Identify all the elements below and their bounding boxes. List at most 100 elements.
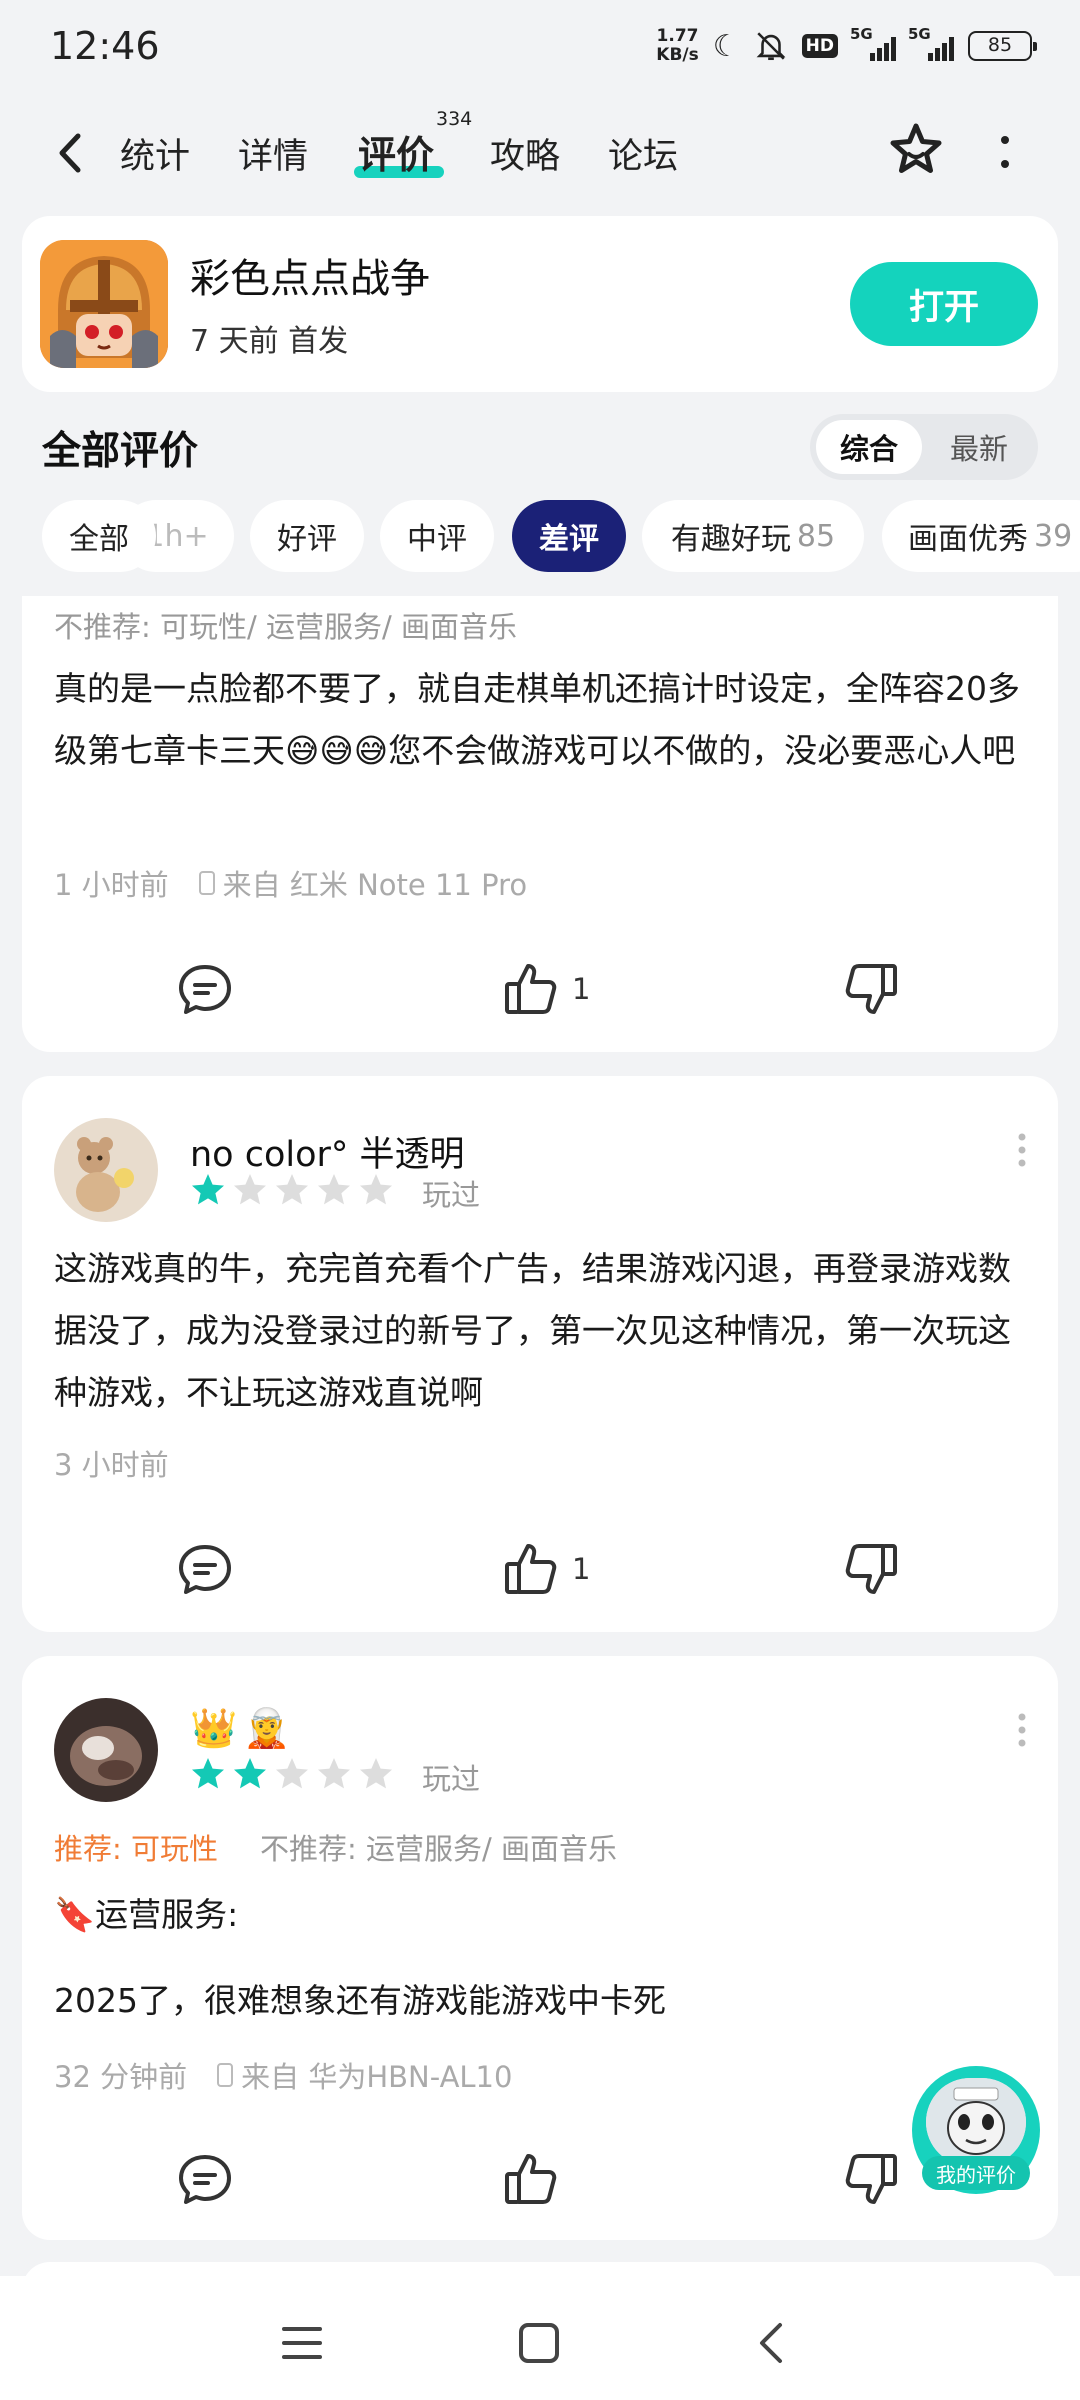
star-filled-icon bbox=[234, 1758, 266, 1789]
review-tags: 不推荐: 可玩性/ 运营服务/ 画面音乐 bbox=[54, 610, 517, 644]
reviewer-name[interactable]: no color° 半透明 bbox=[190, 1126, 465, 1177]
menu-icon[interactable] bbox=[280, 2320, 324, 2366]
filter-chips: 1h+ 全部 好评 中评 差评 有趣好玩 85 画面优秀 39 bbox=[0, 498, 1080, 574]
thumbs-up-icon bbox=[505, 964, 557, 1014]
avatar-badge-icon: 🧝 bbox=[243, 1706, 297, 1750]
comment-icon bbox=[179, 2155, 231, 2204]
played-status: 玩过 bbox=[422, 1178, 481, 1212]
back-icon[interactable] bbox=[752, 2320, 792, 2366]
open-game-button[interactable]: 打开 bbox=[850, 262, 1038, 346]
review-card: 不推荐: 可玩性/ 运营服务/ 画面音乐 真的是一点脸都不要了，就自走棋单机还搞… bbox=[22, 596, 1058, 1052]
star-filled-icon bbox=[192, 1758, 224, 1789]
star-empty-icon bbox=[276, 1758, 308, 1789]
filter-chip-negative[interactable]: 差评 bbox=[512, 500, 626, 572]
star-empty-icon bbox=[234, 1174, 266, 1205]
battery-icon: 85 bbox=[968, 31, 1037, 61]
avatar[interactable] bbox=[54, 1118, 158, 1222]
star-empty-icon bbox=[318, 1758, 350, 1789]
comment-button[interactable] bbox=[176, 2144, 234, 2214]
game-card[interactable]: 彩色点点战争 7 天前 首发 打开 bbox=[22, 216, 1058, 392]
review-more-icon[interactable] bbox=[1016, 1712, 1028, 1748]
review-actions: 1 bbox=[22, 1534, 1058, 1604]
favorite-star-icon[interactable] bbox=[884, 118, 948, 182]
reviewer-badges[interactable]: 👑🧝 bbox=[190, 1706, 297, 1751]
status-time: 12:46 bbox=[50, 24, 160, 68]
rating-stars bbox=[190, 1756, 394, 1792]
thumbs-down-icon bbox=[845, 964, 897, 1014]
negative-tags: 不推荐: 运营服务/ 画面音乐 bbox=[260, 1832, 617, 1866]
review-body: 真的是一点脸都不要了，就自走棋单机还搞计时设定，全阵容20多级第七章卡三天😅😅😅… bbox=[54, 669, 1020, 770]
like-button[interactable] bbox=[502, 2144, 560, 2214]
my-review-button[interactable]: 我的评价 bbox=[912, 2066, 1040, 2194]
review-actions bbox=[22, 2144, 1058, 2214]
like-button[interactable]: 1 bbox=[502, 1534, 590, 1604]
positive-tags: 推荐: 可玩性 bbox=[54, 1832, 218, 1866]
crown-badge-icon: 👑 bbox=[190, 1706, 244, 1750]
top-nav: 统计 详情 评价 334 攻略 论坛 bbox=[0, 108, 1080, 196]
game-title: 彩色点点战争 bbox=[190, 256, 430, 302]
review-card: 👑🧝 玩过 推荐: 可玩性 不推荐: 运营服务/ 画面音乐 🔖运营服务: 2025… bbox=[22, 1656, 1058, 2240]
sort-comprehensive[interactable]: 综合 bbox=[816, 420, 922, 474]
star-empty-icon bbox=[318, 1174, 350, 1205]
filter-chip-graphics[interactable]: 画面优秀 39 bbox=[882, 500, 1080, 572]
review-section-heading: 🔖运营服务: bbox=[54, 1895, 239, 1934]
star-filled-icon bbox=[192, 1174, 224, 1205]
phone-icon bbox=[198, 871, 215, 895]
mute-bell-icon bbox=[756, 32, 786, 61]
more-options-icon[interactable] bbox=[995, 132, 1015, 172]
review-card: no color° 半透明 玩过 这游戏真的牛，充完首充看个广告，结果游戏闪退，… bbox=[22, 1076, 1058, 1632]
dislike-button[interactable] bbox=[842, 954, 900, 1024]
moon-icon: ☾ bbox=[712, 28, 740, 64]
all-reviews-title: 全部评价 bbox=[42, 429, 199, 474]
hd-icon: HD bbox=[801, 34, 838, 58]
thumbs-up-icon bbox=[505, 1544, 557, 1594]
star-empty-icon bbox=[360, 1174, 392, 1205]
tab-stats[interactable]: 统计 bbox=[120, 128, 190, 179]
status-icons: 1.77 KB/s ☾ HD 5G 5G 85 bbox=[656, 25, 1037, 65]
signal-icon-2: 5G bbox=[908, 25, 954, 61]
thumbs-up-icon bbox=[505, 2154, 557, 2204]
comment-button[interactable] bbox=[176, 954, 234, 1024]
game-icon bbox=[40, 240, 168, 368]
network-speed: 1.77 KB/s bbox=[656, 26, 699, 65]
status-bar: 12:46 1.77 KB/s ☾ HD 5G 5G 85 bbox=[0, 0, 1080, 92]
comment-icon bbox=[179, 1545, 231, 1594]
filter-chip-all[interactable]: 全部 bbox=[42, 500, 156, 572]
review-meta: 3 小时前 bbox=[54, 1448, 169, 1482]
review-body: 这游戏真的牛，充完首充看个广告，结果游戏闪退，再登录游戏数据没了，成为没登录过的… bbox=[54, 1249, 1011, 1412]
review-more-icon[interactable] bbox=[1016, 1132, 1028, 1168]
tab-reviews[interactable]: 评价 bbox=[358, 124, 434, 179]
system-nav-bar bbox=[0, 2262, 1080, 2400]
tab-details[interactable]: 详情 bbox=[238, 128, 308, 179]
thumbs-down-icon bbox=[845, 1544, 897, 1594]
comment-button[interactable] bbox=[176, 1534, 234, 1604]
star-empty-icon bbox=[276, 1174, 308, 1205]
review-actions: 1 bbox=[22, 954, 1058, 1024]
home-icon[interactable] bbox=[516, 2320, 562, 2366]
rating-stars bbox=[190, 1172, 394, 1208]
tab-guides[interactable]: 攻略 bbox=[490, 128, 560, 179]
next-card-peek bbox=[22, 2262, 1058, 2292]
sort-latest[interactable]: 最新 bbox=[926, 420, 1032, 474]
my-avatar bbox=[926, 2078, 1026, 2166]
star-empty-icon bbox=[360, 1758, 392, 1789]
review-body: 2025了，很难想象还有游戏能游戏中卡死 bbox=[54, 1981, 666, 2020]
filter-chip-neutral[interactable]: 中评 bbox=[380, 500, 494, 572]
my-review-label: 我的评价 bbox=[922, 2156, 1030, 2190]
filter-chip-positive[interactable]: 好评 bbox=[250, 500, 364, 572]
avatar[interactable] bbox=[54, 1698, 158, 1802]
played-status: 玩过 bbox=[422, 1762, 481, 1796]
dislike-button[interactable] bbox=[842, 1534, 900, 1604]
review-meta: 1 小时前 来自 红米 Note 11 Pro bbox=[54, 868, 528, 902]
sort-toggle: 综合 最新 bbox=[810, 414, 1038, 480]
review-meta: 32 分钟前 来自 华为HBN-AL10 bbox=[54, 2060, 513, 2094]
tab-forum[interactable]: 论坛 bbox=[608, 128, 678, 179]
review-tags: 推荐: 可玩性 不推荐: 运营服务/ 画面音乐 bbox=[54, 1826, 617, 1868]
like-button[interactable]: 1 bbox=[502, 954, 590, 1024]
back-arrow-icon[interactable] bbox=[50, 128, 90, 178]
thumbs-down-icon bbox=[845, 2154, 897, 2204]
filter-chip-fun[interactable]: 有趣好玩 85 bbox=[642, 500, 864, 572]
phone-icon bbox=[217, 2063, 234, 2087]
signal-icon: 5G bbox=[850, 25, 896, 61]
dislike-button[interactable] bbox=[842, 2144, 900, 2214]
